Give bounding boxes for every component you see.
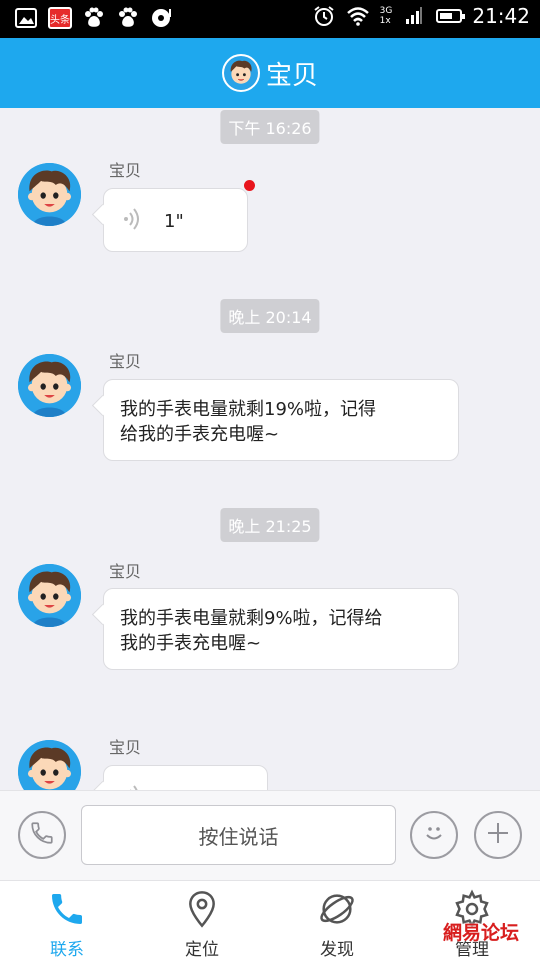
sender-name: 宝贝 bbox=[109, 352, 142, 371]
tab-discover[interactable]: 发现 bbox=[282, 889, 392, 960]
network-type: 3G 1x bbox=[379, 6, 393, 26]
phone-icon bbox=[47, 889, 87, 933]
boy-avatar-icon[interactable] bbox=[18, 564, 81, 627]
tab-label: 定位 bbox=[185, 940, 219, 960]
wifi-icon bbox=[346, 4, 370, 28]
boy-avatar-icon[interactable] bbox=[18, 740, 81, 790]
message-text-line: 我的手表电量就剩9%啦，记得给 bbox=[120, 608, 383, 629]
input-bar: 按住说话 bbox=[0, 790, 540, 880]
music-icon bbox=[150, 6, 174, 30]
baidu-icon bbox=[116, 6, 140, 30]
message-list[interactable]: 下午 16:26 宝贝 1" 晚上 20:14 宝贝 我的手表电量就剩19%啦，… bbox=[0, 108, 540, 790]
message-text-line: 我的手表电量就剩19%啦，记得 bbox=[120, 399, 377, 420]
hold-to-talk-button[interactable]: 按住说话 bbox=[81, 805, 396, 865]
voice-duration: 1" bbox=[164, 211, 184, 232]
boy-avatar-icon[interactable] bbox=[18, 163, 81, 226]
voice-message-bubble[interactable]: " bbox=[103, 765, 268, 790]
more-options-button[interactable] bbox=[474, 811, 522, 859]
image-icon bbox=[14, 6, 38, 30]
plus-icon bbox=[485, 820, 511, 850]
baidu-icon bbox=[82, 6, 106, 30]
message-timestamp: 下午 16:26 bbox=[220, 110, 320, 144]
text-message-bubble[interactable]: 我的手表电量就剩19%啦，记得 给我的手表充电喔~ bbox=[103, 379, 459, 461]
emoji-button[interactable] bbox=[410, 811, 458, 859]
clock: 21:42 bbox=[472, 4, 530, 28]
phone-icon bbox=[29, 820, 55, 850]
sender-name: 宝贝 bbox=[109, 738, 142, 757]
boy-avatar-icon[interactable] bbox=[18, 354, 81, 417]
smiley-icon bbox=[420, 819, 448, 851]
page-title: 宝贝 bbox=[265, 60, 318, 91]
voice-wave-icon bbox=[122, 207, 142, 238]
boy-avatar-icon[interactable] bbox=[221, 54, 260, 92]
signal-icon bbox=[402, 4, 426, 28]
tab-label: 发现 bbox=[320, 940, 354, 960]
location-pin-icon bbox=[182, 889, 222, 933]
status-bar: 头条 3G 1x 21:42 bbox=[0, 0, 540, 38]
message-text-line: 给我的手表充电喔~ bbox=[120, 424, 280, 445]
message-text-line: 我的手表充电喔~ bbox=[120, 633, 262, 654]
message-timestamp: 晚上 21:25 bbox=[220, 508, 320, 542]
tab-label: 联系 bbox=[50, 940, 84, 960]
alarm-icon bbox=[312, 4, 336, 28]
watermark: 網易论坛 bbox=[443, 922, 520, 944]
battery-icon bbox=[436, 9, 466, 23]
tab-location[interactable]: 定位 bbox=[147, 889, 257, 960]
sender-name: 宝贝 bbox=[109, 562, 142, 581]
planet-icon bbox=[317, 889, 357, 933]
unread-indicator bbox=[244, 180, 255, 191]
sender-name: 宝贝 bbox=[109, 161, 142, 180]
message-timestamp: 晚上 20:14 bbox=[220, 299, 320, 333]
tab-contacts[interactable]: 联系 bbox=[12, 889, 122, 960]
phone-call-button[interactable] bbox=[18, 811, 66, 859]
text-message-bubble[interactable]: 我的手表电量就剩9%啦，记得给 我的手表充电喔~ bbox=[103, 588, 459, 670]
toutiao-icon: 头条 bbox=[48, 7, 72, 29]
chat-header: 宝贝 bbox=[0, 38, 540, 108]
voice-message-bubble[interactable]: 1" bbox=[103, 188, 248, 252]
